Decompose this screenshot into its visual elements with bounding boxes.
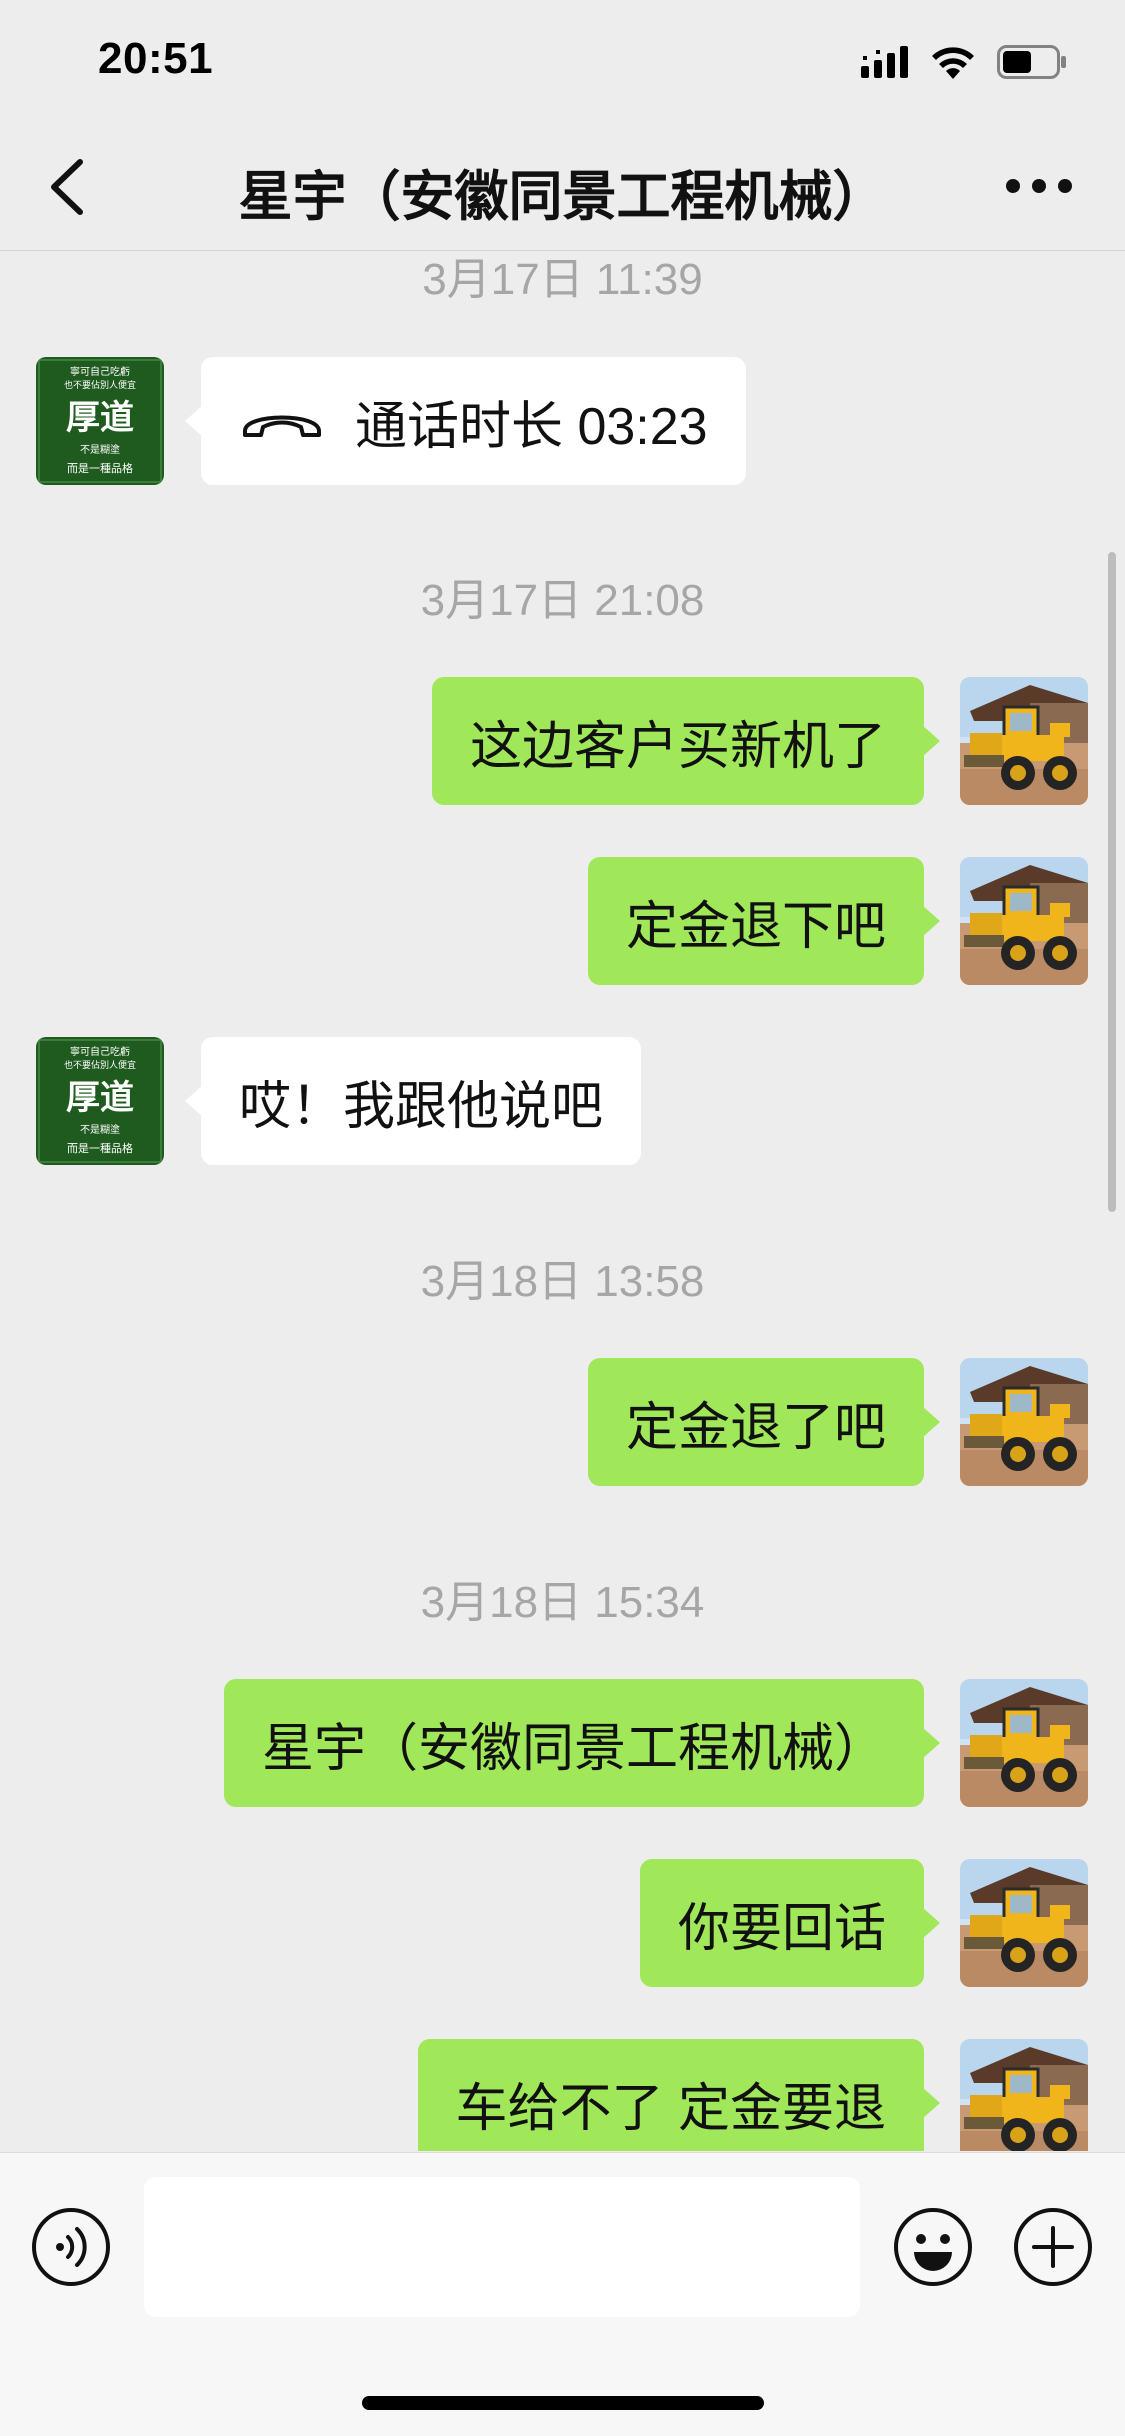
self-avatar[interactable] [960, 2039, 1088, 2151]
avatar-text-main: 厚道 [66, 398, 134, 438]
home-indicator[interactable] [362, 2396, 764, 2410]
self-avatar[interactable] [960, 857, 1088, 985]
contact-avatar[interactable]: 寧可自己吃虧 也不要佔別人便宜 厚道 不是糊塗 而是一種品格 [36, 357, 164, 485]
avatar-text-line4: 不是糊塗 [80, 1123, 120, 1136]
avatar-text-main: 厚道 [66, 1078, 134, 1118]
self-avatar[interactable] [960, 1358, 1088, 1486]
message-timestamp: 3月17日 21:08 [420, 576, 705, 625]
message-bubble-self[interactable]: 定金退下吧 [587, 857, 941, 985]
status-bar: 20:51 [0, 0, 1125, 124]
status-icons [861, 44, 1067, 80]
phone-hangup-icon [243, 415, 321, 437]
message-bubble-self[interactable]: 车给不了 定金要退 [417, 2039, 941, 2151]
call-duration-text: 通话时长 03:23 [355, 397, 708, 456]
voice-icon[interactable] [30, 2206, 112, 2288]
message-timestamp: 3月17日 11:39 [422, 255, 703, 304]
emoji-icon[interactable] [892, 2206, 974, 2288]
wifi-icon [932, 47, 974, 79]
message-timestamp: 3月18日 15:34 [420, 1578, 705, 1627]
call-record-bubble[interactable]: 通话时长 03:23 [185, 357, 746, 485]
self-avatar[interactable] [960, 1679, 1088, 1807]
battery-icon [997, 45, 1066, 79]
message-bubble-self[interactable]: 星宇（安徽同景工程机械） [223, 1679, 941, 1807]
contact-avatar[interactable]: 寧可自己吃虧 也不要佔別人便宜 厚道 不是糊塗 而是一種品格 [36, 1037, 164, 1165]
nav-bar: 星宇（安徽同景工程机械） [0, 124, 1125, 251]
chat-screen: 20:51 星宇（安徽同景工程机械） 3月17日 11:39 寧可自己吃虧 也不… [0, 0, 1125, 2436]
message-bubble-self[interactable]: 定金退了吧 [587, 1358, 941, 1486]
message-bubble-self[interactable]: 你要回话 [639, 1859, 941, 1987]
scroll-indicator[interactable] [1108, 552, 1116, 1212]
signal-icon [861, 46, 908, 78]
avatar-text-line1: 寧可自己吃虧 [70, 1045, 130, 1058]
message-timestamp: 3月18日 13:58 [420, 1257, 705, 1306]
avatar-text-line2: 也不要佔別人便宜 [64, 1059, 136, 1071]
input-bar [0, 2152, 1125, 2436]
message-bubble-self[interactable]: 这边客户买新机了 [431, 677, 941, 805]
avatar-text-line2: 也不要佔別人便宜 [64, 379, 136, 391]
ellipsis-icon[interactable] [1003, 166, 1075, 206]
self-avatar[interactable] [960, 677, 1088, 805]
message-bubble-other[interactable]: 哎！我跟他说吧 [184, 1037, 642, 1165]
avatar-text-line5: 而是一種品格 [67, 1141, 133, 1155]
chat-title: 星宇（安徽同景工程机械） [238, 167, 887, 227]
plus-icon[interactable] [1012, 2206, 1094, 2288]
avatar-text-line5: 而是一種品格 [67, 461, 133, 475]
message-list[interactable]: 3月17日 11:39 寧可自己吃虧 也不要佔別人便宜 厚道 不是糊塗 而是一種… [0, 251, 1125, 2151]
status-time: 20:51 [98, 34, 214, 83]
self-avatar[interactable] [960, 1859, 1088, 1987]
avatar-text-line4: 不是糊塗 [80, 443, 120, 456]
avatar-text-line1: 寧可自己吃虧 [70, 365, 130, 378]
message-input[interactable] [144, 2177, 860, 2317]
